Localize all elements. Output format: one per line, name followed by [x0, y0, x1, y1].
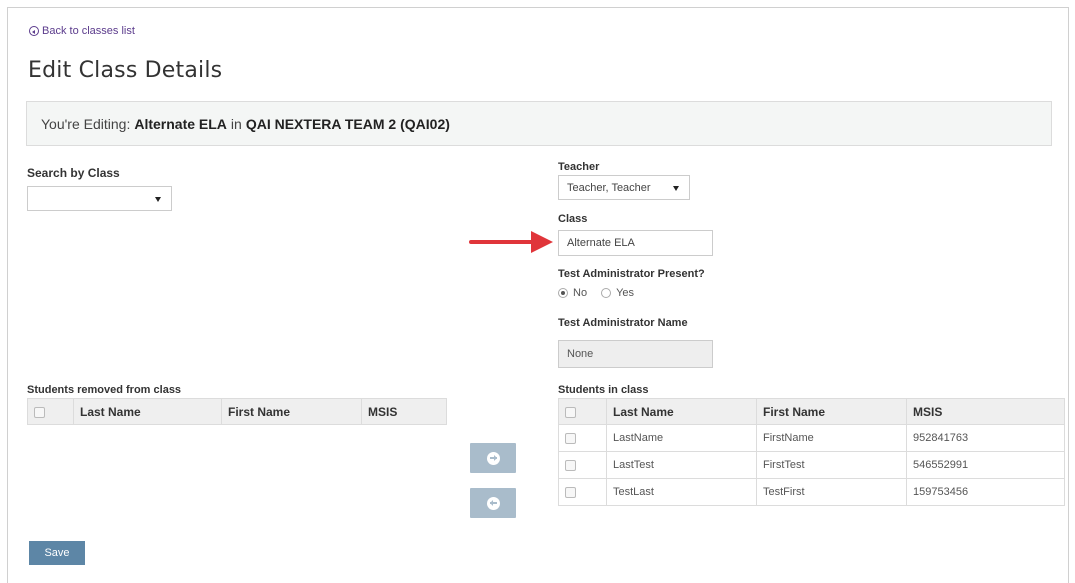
teacher-select[interactable]: Teacher, Teacher	[558, 175, 690, 200]
column-header-first-name[interactable]: First Name	[221, 398, 362, 425]
back-link-label: Back to classes list	[42, 25, 135, 37]
row-select-cell	[558, 424, 607, 452]
test-admin-name-field: None	[558, 340, 713, 368]
search-by-class-select[interactable]	[27, 186, 172, 211]
column-header-msis[interactable]: MSIS	[361, 398, 447, 425]
table-header-row: Last Name First Name MSIS	[27, 398, 447, 425]
radio-no-button[interactable]	[558, 288, 568, 298]
column-header-last-name[interactable]: Last Name	[606, 398, 757, 425]
search-by-class-label: Search by Class	[27, 166, 120, 180]
banner-connector: in	[230, 115, 242, 132]
cell-last-name: LastName	[606, 424, 757, 452]
select-all-checkbox[interactable]	[34, 406, 45, 418]
editing-banner: You're Editing: Alternate ELA in QAI NEX…	[26, 101, 1052, 146]
chevron-down-icon	[155, 196, 161, 202]
save-button[interactable]: Save	[29, 541, 85, 565]
class-label: Class	[558, 213, 588, 225]
row-select-cell	[558, 478, 607, 506]
radio-yes-button[interactable]	[601, 288, 612, 298]
select-all-checkbox[interactable]	[565, 406, 576, 418]
banner-class-name: Alternate ELA	[134, 115, 227, 132]
removed-students-title: Students removed from class	[27, 384, 182, 396]
table-row[interactable]: LastName FirstName 952841763	[558, 424, 1065, 452]
row-checkbox[interactable]	[565, 486, 576, 498]
column-header-last-name[interactable]: Last Name	[73, 398, 222, 425]
red-arrow-head	[531, 231, 553, 253]
cell-msis: 159753456	[906, 478, 1065, 506]
test-admin-name-label: Test Administrator Name	[558, 317, 688, 329]
students-in-class-title: Students in class	[558, 384, 649, 396]
banner-team: QAI NEXTERA TEAM 2 (QAI02)	[245, 115, 450, 132]
column-header-first-name[interactable]: First Name	[756, 398, 907, 425]
select-all-cell	[558, 398, 607, 425]
back-to-classes-link[interactable]: Back to classes list	[29, 25, 135, 37]
class-name-input[interactable]	[558, 230, 713, 256]
cell-msis: 952841763	[906, 424, 1065, 452]
select-all-cell	[27, 398, 74, 425]
circle-arrow-left-icon	[29, 26, 39, 36]
cell-first-name: FirstTest	[756, 451, 907, 479]
test-admin-present-label: Test Administrator Present?	[558, 268, 705, 280]
remove-from-class-button[interactable]	[470, 488, 516, 518]
circle-arrow-left-icon	[486, 496, 500, 510]
cell-last-name: LastTest	[606, 451, 757, 479]
row-checkbox[interactable]	[565, 432, 576, 444]
cell-last-name: TestLast	[606, 478, 757, 506]
banner-prefix: You're Editing:	[41, 115, 131, 132]
test-admin-present-radio-group: No Yes	[558, 287, 634, 299]
table-row[interactable]: LastTest FirstTest 546552991	[558, 451, 1065, 479]
teacher-label: Teacher	[558, 161, 600, 173]
table-header-row: Last Name First Name MSIS	[558, 398, 1065, 425]
cell-first-name: TestFirst	[756, 478, 907, 506]
cell-first-name: FirstName	[756, 424, 907, 452]
row-checkbox[interactable]	[565, 459, 576, 471]
row-select-cell	[558, 451, 607, 479]
column-header-msis[interactable]: MSIS	[906, 398, 1065, 425]
radio-no-label: No	[573, 287, 588, 299]
radio-yes-label: Yes	[616, 287, 635, 299]
page-title: Edit Class Details	[28, 58, 223, 83]
radio-no[interactable]: No	[558, 287, 587, 299]
removed-students-table: Last Name First Name MSIS	[27, 398, 447, 425]
circle-arrow-right-icon	[486, 451, 500, 465]
radio-yes[interactable]: Yes	[601, 287, 634, 299]
chevron-down-icon	[673, 185, 679, 191]
students-in-class-table: Last Name First Name MSIS LastName First…	[558, 398, 1065, 506]
red-arrow-annotation	[469, 240, 539, 244]
teacher-select-value: Teacher, Teacher	[567, 181, 651, 194]
table-row[interactable]: TestLast TestFirst 159753456	[558, 478, 1065, 506]
move-to-class-button[interactable]	[470, 443, 516, 473]
cell-msis: 546552991	[906, 451, 1065, 479]
